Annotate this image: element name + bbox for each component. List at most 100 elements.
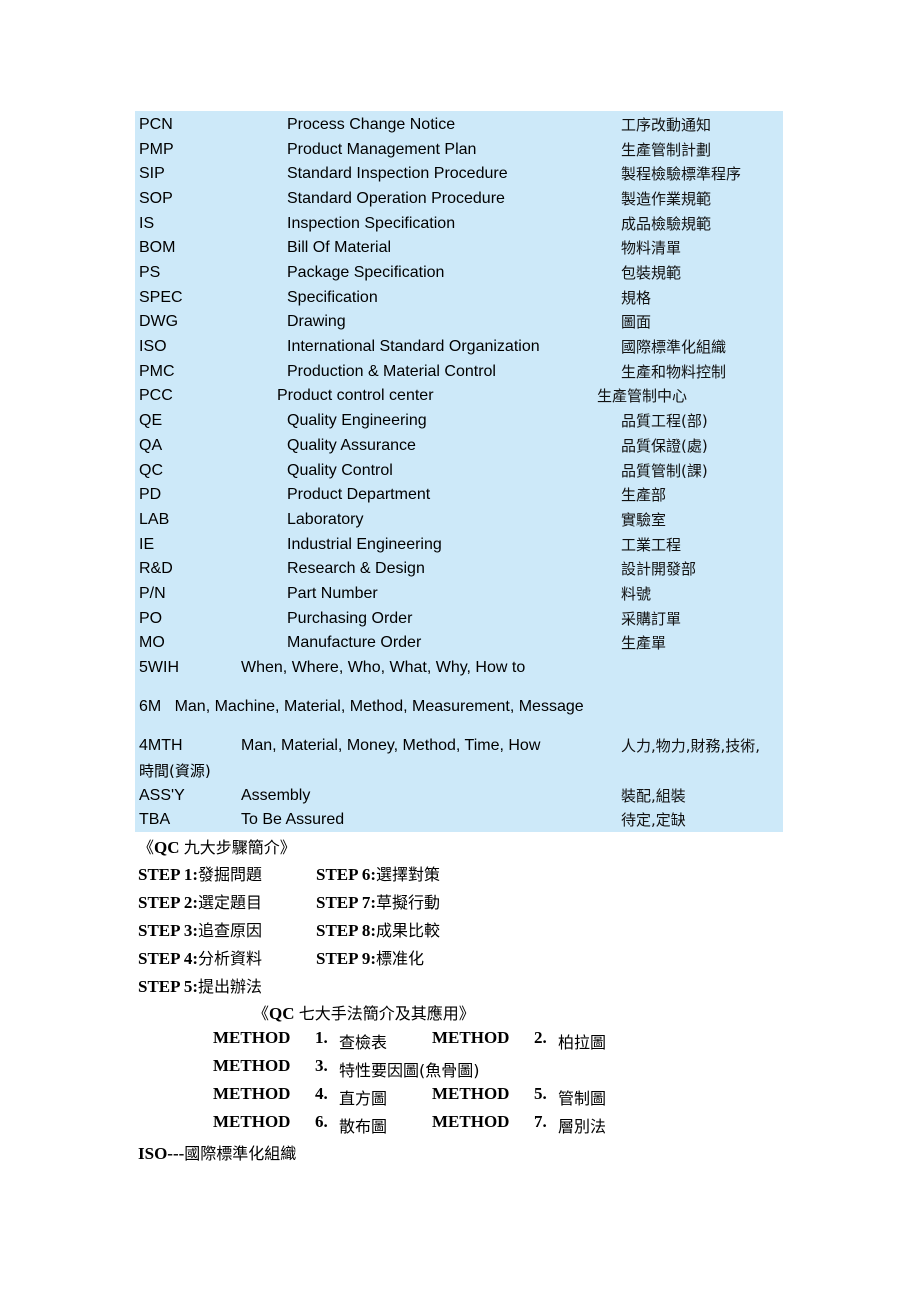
english-cell: Product Management Plan (287, 141, 477, 158)
step-text: 分析資料 (198, 949, 263, 968)
method-label: METHOD (213, 1056, 291, 1075)
abbr-cell: PMP (139, 141, 174, 158)
english-cell: Standard Inspection Procedure (287, 165, 508, 182)
chinese-cell: 品質工程(部) (621, 412, 708, 430)
abbr-cell: R&D (139, 560, 173, 577)
full-row-text: 6M Man, Machine, Material, Method, Measu… (139, 698, 584, 715)
chinese-cell: 規格 (621, 289, 652, 307)
english-cell: Quality Assurance (287, 437, 416, 454)
method-number: 4. (315, 1084, 328, 1103)
method-text: 管制圖 (558, 1089, 607, 1108)
method-number: 2. (534, 1028, 547, 1047)
method-label: METHOD (432, 1084, 510, 1103)
qc-step-item: STEP 5:提出辦法 (138, 973, 262, 997)
chinese-cell: 工業工程 (621, 536, 682, 554)
abbr-cell: ISO (139, 338, 167, 355)
english-cell: International Standard Organization (287, 338, 540, 355)
table-row: MO Manufacture Order 生產單 (135, 631, 783, 655)
method-text: 查檢表 (339, 1033, 388, 1052)
abbr-cell: BOM (139, 239, 176, 256)
english-cell: Inspection Specification (287, 215, 456, 232)
step-text: 成果比較 (376, 921, 441, 940)
table-row: LAB Laboratory 實驗室 (135, 508, 783, 532)
qc-method-item: METHOD 4. 直方圖 (213, 1084, 413, 1108)
table-row: QE Quality Engineering 品質工程(部) (135, 409, 783, 433)
english-cell: Package Specification (287, 264, 445, 281)
english-cell: Laboratory (287, 511, 364, 528)
table-row: IE Industrial Engineering 工業工程 (135, 533, 783, 557)
table-row: TBA To Be Assured 待定,定缺 (135, 808, 783, 832)
method-number: 6. (315, 1112, 328, 1131)
method-number: 1. (315, 1028, 328, 1047)
qc-method-item: METHOD 6. 散布圖 (213, 1112, 413, 1136)
qc-step-item: STEP 2:選定題目 (138, 889, 262, 913)
abbr-cell: MO (139, 634, 165, 651)
qc-method-item: METHOD 3. 特性要因圖(魚骨圖) (213, 1056, 480, 1080)
qc-method-item: METHOD 5. 管制圖 (432, 1084, 632, 1108)
chinese-cell: 生產管制計劃 (621, 141, 712, 159)
method-label: METHOD (213, 1112, 291, 1131)
english-cell: Product control center (277, 387, 434, 404)
chinese-cell: 品質管制(課) (621, 462, 708, 480)
english-cell: To Be Assured (241, 811, 345, 828)
english-cell: Drawing (287, 313, 346, 330)
abbr-cell: IS (139, 215, 155, 232)
english-cell: Quality Control (287, 462, 393, 479)
chinese-cell-continued: 時間(資源) (139, 762, 211, 780)
table-row: PO Purchasing Order 采購訂單 (135, 607, 783, 631)
chinese-cell: 品質保證(處) (621, 437, 708, 455)
abbr-cell: LAB (139, 511, 170, 528)
table-row: P/N Part Number 料號 (135, 582, 783, 606)
abbr-cell: PMC (139, 363, 175, 380)
table-row: SPEC Specification 規格 (135, 286, 783, 310)
abbr-cell: 4MTH (139, 737, 183, 754)
step-text: 選擇對策 (376, 865, 441, 884)
abbr-cell: P/N (139, 585, 166, 602)
method-number: 3. (315, 1056, 328, 1075)
chinese-cell: 製造作業規範 (621, 190, 712, 208)
abbr-cell: QC (139, 462, 163, 479)
step-label: STEP 3: (138, 921, 198, 940)
step-label: STEP 1: (138, 865, 198, 884)
chinese-cell: 待定,定缺 (621, 811, 686, 829)
abbr-cell: PS (139, 264, 161, 281)
method-text: 直方圖 (339, 1089, 388, 1108)
step-label: STEP 7: (316, 893, 376, 912)
english-cell: Bill Of Material (287, 239, 392, 256)
abbr-cell: ASS'Y (139, 787, 185, 804)
qc-step-item: STEP 7:草擬行動 (316, 889, 440, 913)
english-cell: Product Department (287, 486, 431, 503)
english-cell: Part Number (287, 585, 378, 602)
chinese-cell: 物料清單 (621, 239, 682, 257)
table-row: PCN Process Change Notice 工序改動通知 (135, 113, 783, 137)
qc-step-item: STEP 6:選擇對策 (316, 861, 440, 885)
chinese-cell: 設計開發部 (621, 560, 697, 578)
qc-method-item: METHOD 2. 柏拉圖 (432, 1028, 632, 1052)
abbr-cell: SOP (139, 190, 173, 207)
method-number: 7. (534, 1112, 547, 1131)
chinese-cell: 生產管制中心 (597, 387, 688, 405)
english-cell: Manufacture Order (287, 634, 422, 651)
table-row: R&D Research & Design 設計開發部 (135, 557, 783, 581)
table-row: 6M Man, Machine, Material, Method, Measu… (135, 695, 783, 719)
english-cell: Quality Engineering (287, 412, 427, 429)
english-cell: Research & Design (287, 560, 425, 577)
step-text: 發掘問題 (198, 865, 263, 884)
table-row: 5WIH When, Where, Who, What, Why, How to (135, 656, 783, 680)
english-cell: Process Change Notice (287, 116, 456, 133)
table-row: QC Quality Control 品質管制(課) (135, 459, 783, 483)
chinese-cell: 成品檢驗規範 (621, 215, 712, 233)
table-row: 時間(資源) (135, 759, 783, 783)
seven-methods-title: 《QC 七大手法簡介及其應用》 (253, 1004, 475, 1023)
abbr-cell: DWG (139, 313, 179, 330)
table-row: PD Product Department 生產部 (135, 483, 783, 507)
abbr-cell: PCN (139, 116, 173, 133)
method-text: 柏拉圖 (558, 1033, 607, 1052)
chinese-cell: 生產和物料控制 (621, 363, 727, 381)
table-row: SOP Standard Operation Procedure 製造作業規範 (135, 187, 783, 211)
method-text: 特性要因圖(魚骨圖) (339, 1061, 480, 1080)
step-label: STEP 2: (138, 893, 198, 912)
chinese-cell: 人力,物力,財務,技術, (621, 737, 761, 755)
abbr-cell: SIP (139, 165, 165, 182)
table-row: PMP Product Management Plan 生產管制計劃 (135, 138, 783, 162)
